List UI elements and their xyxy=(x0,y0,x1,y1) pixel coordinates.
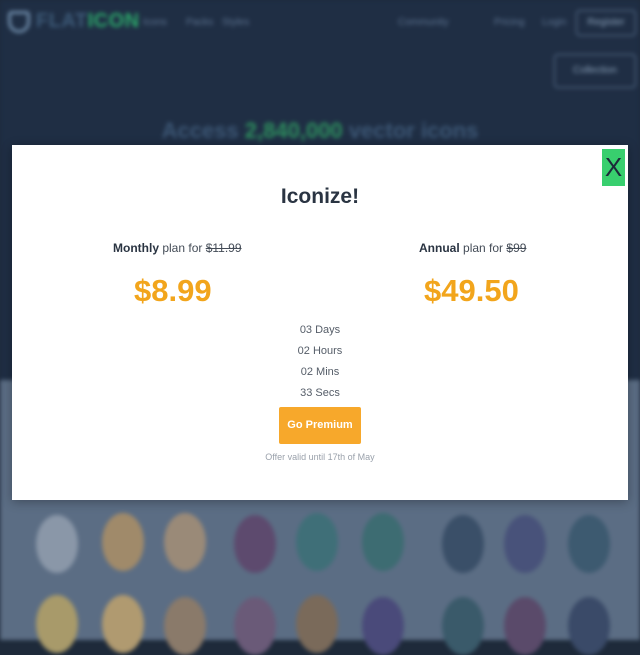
monthly-plan-text: plan for xyxy=(162,241,203,255)
offer-validity-text: Offer valid until 17th of May xyxy=(265,452,375,462)
icon-thumbnail[interactable] xyxy=(102,513,144,571)
nav-link-community[interactable]: Community xyxy=(398,17,449,28)
annual-price: $49.50 xyxy=(424,273,519,308)
countdown-hours: 02 Hours xyxy=(297,345,343,357)
icon-thumbnail[interactable] xyxy=(102,595,144,653)
icon-thumbnail[interactable] xyxy=(442,597,484,655)
icon-thumbnail[interactable] xyxy=(504,515,546,573)
monthly-plan-label: Monthly plan for $11.99 xyxy=(113,241,242,255)
nav-link-styles[interactable]: Styles xyxy=(222,17,249,28)
icon-thumbnail[interactable] xyxy=(36,595,78,653)
icon-thumbnail[interactable] xyxy=(362,513,404,571)
icon-thumbnail[interactable] xyxy=(568,597,610,655)
logo-text: FLATICON xyxy=(36,10,140,32)
countdown-secs: 33 Secs xyxy=(300,387,340,399)
icon-thumbnail[interactable] xyxy=(504,597,546,655)
countdown-mins: 02 Mins xyxy=(300,366,340,378)
nav-link-packs[interactable]: Packs xyxy=(186,17,213,28)
monthly-price: $8.99 xyxy=(134,273,212,308)
countdown-days: 03 Days xyxy=(299,324,341,336)
icon-thumbnail[interactable] xyxy=(234,597,276,655)
nav-link-icons[interactable]: Icons xyxy=(143,17,167,28)
icon-thumbnail[interactable] xyxy=(296,513,338,571)
monthly-plan-name: Monthly xyxy=(113,241,159,255)
close-modal-button[interactable]: X xyxy=(602,149,625,186)
logo-mark-icon xyxy=(8,10,30,33)
top-navigation: FLATICON Icons Packs Styles Community Pr… xyxy=(0,0,640,88)
icon-thumbnail[interactable] xyxy=(568,515,610,573)
monthly-old-price: $11.99 xyxy=(205,241,242,255)
register-button[interactable]: Register xyxy=(576,10,636,36)
collection-button[interactable]: Collection xyxy=(554,54,636,88)
icon-thumbnail[interactable] xyxy=(296,595,338,653)
icon-tiles xyxy=(24,505,624,655)
hero-title: Access 2,840,000 vector icons xyxy=(161,118,479,143)
icon-thumbnail[interactable] xyxy=(362,597,404,655)
flaticon-logo[interactable]: FLATICON xyxy=(8,10,140,33)
annual-plan-name: Annual xyxy=(419,241,460,255)
icon-thumbnail[interactable] xyxy=(234,515,276,573)
go-premium-button[interactable]: Go Premium xyxy=(279,407,361,444)
nav-link-pricing[interactable]: Pricing xyxy=(494,17,525,28)
icon-thumbnail[interactable] xyxy=(36,515,78,573)
premium-offer-modal: Iconize! Monthly plan for $11.99 $8.99 A… xyxy=(12,145,628,500)
nav-link-login[interactable]: Login xyxy=(542,17,566,28)
annual-old-price: $99 xyxy=(506,241,527,255)
icon-thumbnail[interactable] xyxy=(164,513,206,571)
icon-thumbnail[interactable] xyxy=(164,597,206,655)
annual-plan-label: Annual plan for $99 xyxy=(419,241,526,255)
modal-title: Iconize! xyxy=(280,185,360,208)
annual-plan-text: plan for xyxy=(463,241,504,255)
icon-thumbnail[interactable] xyxy=(442,515,484,573)
